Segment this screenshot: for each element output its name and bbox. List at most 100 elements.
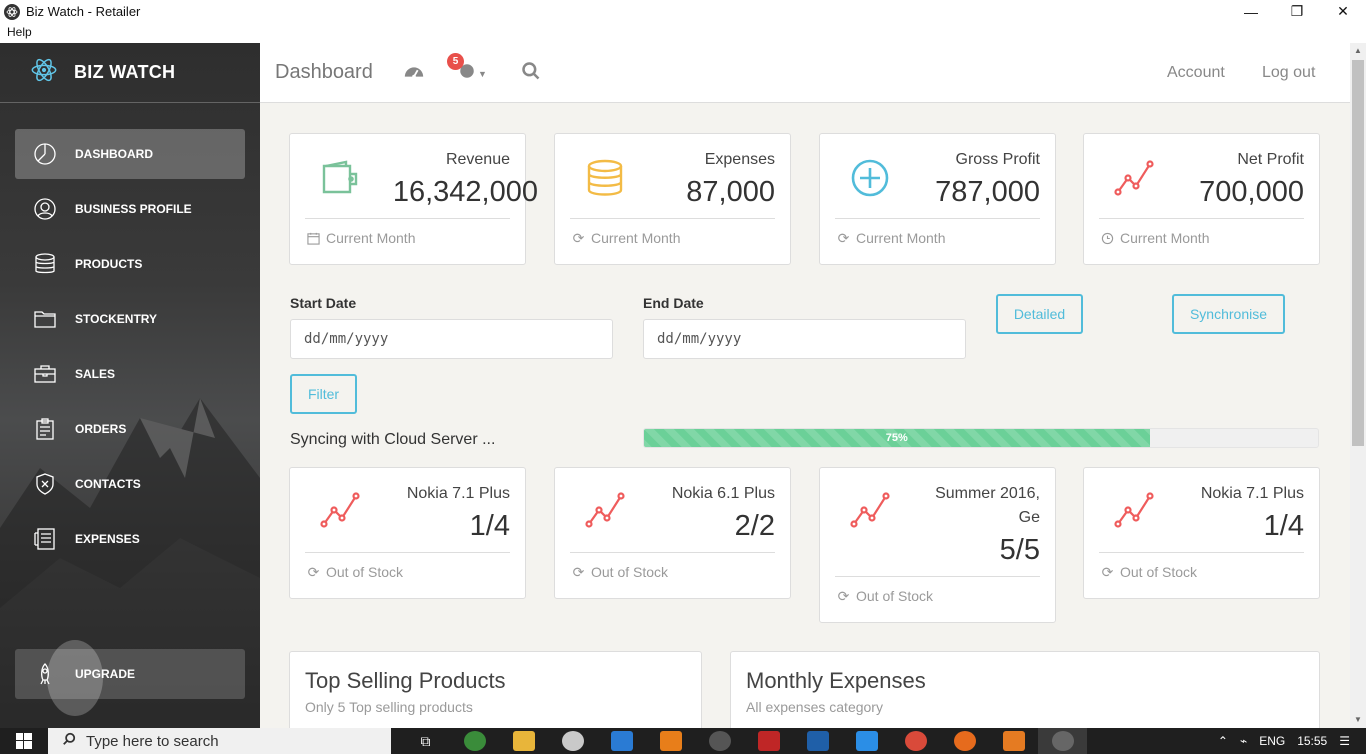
stat-label: Gross Profit [955,151,1040,168]
file-explorer-icon[interactable] [499,728,548,754]
stock-ratio: 5/5 [999,534,1040,566]
electron-icon[interactable] [695,728,744,754]
stock-footer-text: Out of Stock [1120,564,1198,580]
mail-icon[interactable] [597,728,646,754]
sidebar-item-sales[interactable]: SALES [15,349,245,399]
account-link[interactable]: Account [1167,64,1225,82]
sidebar-item-label: BUSINESS PROFILE [75,202,192,216]
stock-footer: ⟳ Out of Stock [837,587,934,605]
start-button[interactable] [0,728,48,754]
language-indicator[interactable]: ENG [1259,734,1285,748]
panel-subtitle: All expenses category [746,699,883,715]
stat-footer: Current Month [307,230,415,246]
taskbar-search[interactable]: Type here to search [48,728,391,754]
app-icon[interactable] [548,728,597,754]
detailed-button[interactable]: Detailed [996,294,1083,334]
sync-progress-fill: 75% [644,429,1150,447]
menu-help[interactable]: Help [7,25,32,39]
close-button[interactable]: ✕ [1320,0,1366,23]
monthly-expenses-panel: Monthly Expenses All expenses category [730,651,1320,728]
sidebar-item-label: PRODUCTS [75,257,143,271]
stock-ratio: 1/4 [469,510,510,542]
chevron-up-icon[interactable]: ⌃ [1218,734,1228,748]
app-icon[interactable] [793,728,842,754]
refresh-icon: ⟳ [837,229,850,246]
trend-icon [320,490,360,530]
product-name: Nokia 7.1 Plus [406,485,510,502]
trend-icon [1114,158,1154,198]
sidebar-item-business-profile[interactable]: BUSINESS PROFILE [15,184,245,234]
filezilla-icon[interactable] [744,728,793,754]
plus-circle-icon [850,158,890,198]
stat-card-net-profit: Net Profit 700,000 Current Month [1083,133,1320,265]
calendar-icon [307,232,320,245]
upgrade-button[interactable]: UPGRADE [15,649,245,699]
stock-card: Nokia 7.1 Plus 1/4 ⟳ Out of Stock [289,467,526,599]
end-date-input[interactable]: dd/mm/yyyy [643,319,966,359]
stock-footer: ⟳ Out of Stock [1101,563,1198,581]
refresh-icon: ⟳ [837,587,850,604]
app-icon[interactable] [450,728,499,754]
sidebar-item-label: DASHBOARD [75,147,153,161]
stat-label: Net Profit [1237,151,1304,168]
window-titlebar: Biz Watch - Retailer — ❐ ✕ [0,0,1366,23]
notifications-dropdown[interactable]: 5 ▼ [447,53,487,86]
brand[interactable]: BIZ WATCH [0,43,260,103]
sidebar-item-orders[interactable]: ORDERS [15,404,245,454]
pie-chart-icon [33,142,57,166]
chevron-down-icon: ▼ [478,68,487,79]
sidebar-item-label: SALES [75,367,116,381]
sidebar-item-contacts[interactable]: CONTACTS [15,459,245,509]
trend-icon [1114,490,1154,530]
dashboard-gauge-icon[interactable] [403,61,425,83]
sidebar-item-dashboard[interactable]: DASHBOARD [15,129,245,179]
sidebar-item-expenses[interactable]: EXPENSES [15,514,245,564]
sidebar-item-stockentry[interactable]: STOCKENTRY [15,294,245,344]
chrome-icon[interactable] [891,728,940,754]
main-content: Revenue 16,342,000 Current Month Expense… [260,103,1350,728]
restore-button[interactable]: ❐ [1274,0,1320,23]
panel-title: Top Selling Products [305,668,506,693]
product-name: Nokia 7.1 Plus [1200,485,1304,502]
sublime-icon[interactable] [646,728,695,754]
synchronise-button[interactable]: Synchronise [1172,294,1285,334]
start-date-label: Start Date [290,295,357,311]
product-name: Nokia 6.1 Plus [671,485,775,502]
biz-watch-task-icon[interactable] [1038,728,1087,754]
task-view-icon[interactable]: ⧉ [401,728,450,754]
windows-logo-icon [16,733,32,749]
sync-progress-bar: 75% [643,428,1319,448]
coins-icon [585,158,625,198]
vertical-scrollbar[interactable]: ▲ ▼ [1350,43,1366,728]
xampp-icon[interactable] [989,728,1038,754]
sidebar-nav: DASHBOARD BUSINESS PROFILE PRODUCTS STOC… [0,103,260,564]
stat-footer-text: Current Month [591,230,681,246]
rocket-icon [33,662,57,686]
scroll-up-arrow[interactable]: ▲ [1350,43,1366,59]
stat-card-revenue: Revenue 16,342,000 Current Month [289,133,538,265]
clock-time[interactable]: 15:55 [1297,734,1327,748]
clipboard-icon [33,417,57,441]
folder-icon [33,307,57,331]
notification-center-icon[interactable]: ☰ [1339,734,1350,748]
scroll-thumb[interactable] [1352,60,1364,446]
filter-button[interactable]: Filter [290,374,357,414]
network-icon[interactable]: ⌁ [1240,734,1247,748]
database-icon [33,252,57,276]
windows-taskbar: Type here to search ⧉ ⌃ ⌁ ENG 15:55 ☰ [0,728,1366,754]
firefox-icon[interactable] [940,728,989,754]
stat-footer-text: Current Month [1120,230,1210,246]
panel-subtitle: Only 5 Top selling products [305,699,473,715]
stock-footer-text: Out of Stock [856,588,934,604]
refresh-icon: ⟳ [1101,563,1114,580]
vscode-icon[interactable] [842,728,891,754]
logout-link[interactable]: Log out [1262,64,1315,82]
search-icon[interactable] [521,61,541,81]
sidebar-item-products[interactable]: PRODUCTS [15,239,245,289]
sidebar: BIZ WATCH DASHBOARD BUSINESS PROFILE PRO… [0,43,260,728]
window-title: Biz Watch - Retailer [26,4,141,19]
scroll-down-arrow[interactable]: ▼ [1350,712,1366,728]
minimize-button[interactable]: — [1228,0,1274,23]
start-date-input[interactable]: dd/mm/yyyy [290,319,613,359]
wallet-icon [320,158,360,198]
